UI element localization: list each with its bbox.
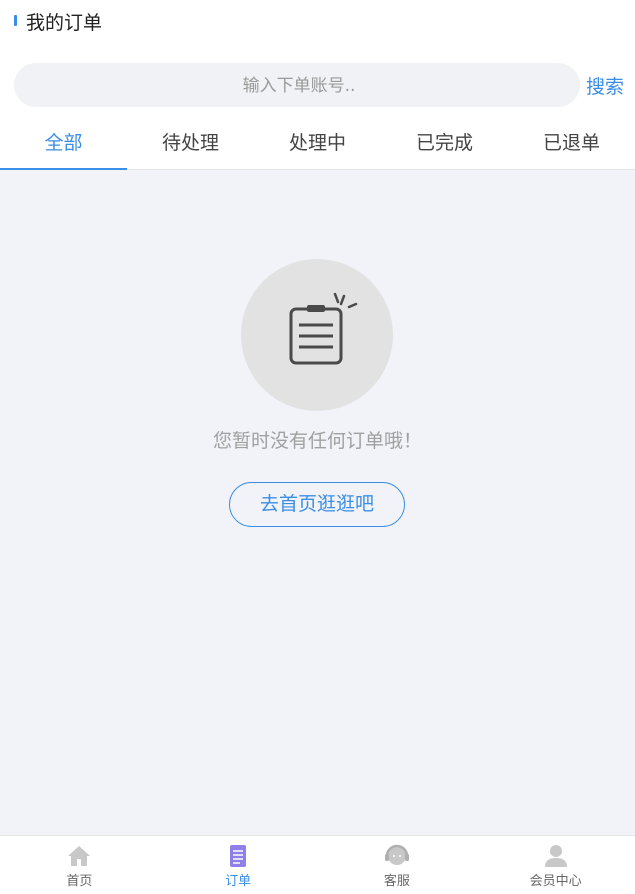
tabbar-item-member[interactable]: 会员中心 — [476, 836, 635, 894]
order-list-area: 您暂时没有任何订单哦！ 去首页逛逛吧 — [0, 170, 635, 835]
tabbar-label-service: 客服 — [383, 874, 410, 889]
tab-refunded[interactable]: 已退单 — [508, 118, 635, 169]
empty-state-message: 您暂时没有任何订单哦！ — [212, 430, 422, 452]
tab-all[interactable]: 全部 — [0, 118, 127, 170]
order-icon — [230, 845, 247, 867]
empty-state-illustration — [241, 259, 393, 411]
order-status-tabs: 全部 待处理 处理中 已完成 已退单 — [0, 118, 635, 170]
clipboard-icon — [289, 292, 358, 365]
customer-service-icon — [384, 844, 409, 865]
tabbar-label-orders: 订单 — [225, 874, 252, 889]
page-header: 我的订单 — [0, 0, 635, 44]
go-home-button[interactable]: 去首页逛逛吧 — [229, 482, 405, 527]
tabbar-item-orders[interactable]: 订单 — [159, 836, 318, 894]
user-icon — [544, 845, 567, 867]
tab-processing[interactable]: 处理中 — [254, 118, 381, 169]
tabbar-item-service[interactable]: 客服 — [318, 836, 477, 894]
home-icon — [68, 846, 91, 866]
tab-pending[interactable]: 待处理 — [127, 118, 254, 169]
search-button[interactable]: 搜索 — [586, 72, 624, 99]
title-accent-bar — [14, 15, 17, 26]
bottom-tab-bar: 首页 订单 客服 会员中心 — [0, 835, 635, 894]
search-box — [14, 63, 584, 109]
tabbar-item-home[interactable]: 首页 — [0, 836, 159, 894]
page-title: 我的订单 — [26, 12, 103, 34]
search-input[interactable] — [14, 63, 584, 109]
tabbar-label-home: 首页 — [66, 874, 93, 889]
tab-completed[interactable]: 已完成 — [381, 118, 508, 169]
tabbar-label-member: 会员中心 — [529, 874, 582, 889]
